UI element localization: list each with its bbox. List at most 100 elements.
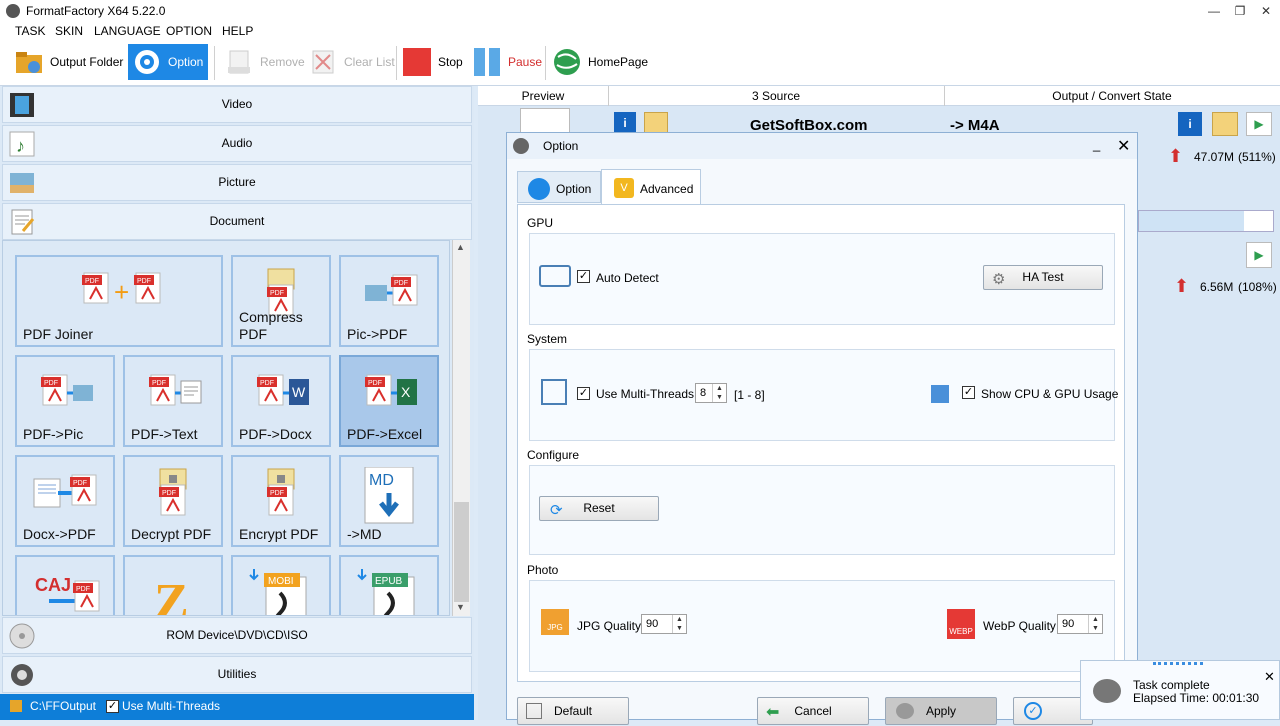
col-output[interactable]: Output / Convert State (944, 89, 1280, 103)
folder-icon (14, 47, 44, 77)
homepage-button[interactable]: HomePage (548, 44, 652, 80)
gear-icon (132, 47, 162, 77)
stepper-arrows-icon[interactable]: ▲ ▼ (1088, 615, 1102, 633)
globe-icon (552, 47, 582, 77)
task-ratio: (511%) (1238, 150, 1276, 164)
minimize-icon[interactable]: — (1204, 2, 1224, 20)
category-rom-device[interactable]: ROM Device\DVD\CD\ISO (2, 617, 472, 654)
stop-button[interactable]: Stop (398, 44, 467, 80)
tool-tile[interactable]: Z (123, 555, 223, 616)
output-folder-button[interactable]: Output Folder (10, 44, 127, 80)
open-folder-icon[interactable] (644, 112, 668, 134)
scroll-down-icon[interactable]: ▼ (456, 602, 465, 612)
svg-text:PDF: PDF (162, 490, 176, 497)
epub-icon: EPUB (354, 567, 424, 615)
tab-advanced[interactable]: V Advanced (601, 169, 701, 205)
category-audio[interactable]: ♪ Audio (2, 125, 472, 162)
tool-tile[interactable]: CAJ PDF (15, 555, 115, 615)
jpg-quality-stepper[interactable]: 90 ▲ ▼ (641, 614, 687, 634)
col-source[interactable]: 3 Source (608, 89, 944, 103)
open-folder-icon[interactable] (1212, 112, 1238, 136)
category-picture[interactable]: Picture (2, 164, 472, 201)
toolbar-separator (545, 46, 546, 80)
pause-button[interactable]: Pause (468, 44, 546, 80)
tool-tile[interactable]: PDF PDF->Text (123, 355, 223, 447)
toast-elapsed: Elapsed Time: 00:01:30 (1133, 691, 1260, 705)
category-utilities[interactable]: Utilities (2, 656, 472, 693)
tool-tile[interactable]: PDF PDF->Pic (15, 355, 115, 447)
gear-icon: ⚙ (992, 271, 1006, 288)
film-icon (7, 90, 37, 120)
svg-text:CAJ: CAJ (35, 575, 71, 595)
tool-tile[interactable]: PDF X PDF->Excel (339, 355, 439, 447)
tool-tile[interactable]: PDF Docx->PDF (15, 455, 115, 547)
tool-tile[interactable]: PDF Decrypt PDF (123, 455, 223, 547)
apply-button[interactable]: Apply (885, 697, 997, 725)
info-icon[interactable]: i (614, 112, 636, 134)
scroll-up-icon[interactable]: ▲ (456, 242, 465, 252)
close-icon[interactable]: ✕ (1256, 2, 1276, 20)
tools-scrollbar[interactable]: ▲ ▼ (452, 240, 470, 616)
tool-tile[interactable]: PDF Encrypt PDF (231, 455, 331, 547)
app-logo-icon (513, 138, 529, 154)
info-icon[interactable]: i (1178, 112, 1202, 136)
svg-text:Z: Z (154, 574, 189, 616)
tool-tile[interactable]: PDF Pic->PDF (339, 255, 439, 347)
menu-option[interactable]: OPTION (166, 24, 212, 38)
back-arrow-icon: ⬅ (766, 704, 780, 721)
tool-tile-label: Docx->PDF (23, 526, 96, 542)
col-preview[interactable]: Preview (478, 89, 608, 103)
menu-task[interactable]: TASK (15, 24, 45, 38)
webp-quality-stepper[interactable]: 90 ▲ ▼ (1057, 614, 1103, 634)
tool-tile-label: Decrypt PDF (131, 526, 212, 542)
category-video[interactable]: Video (2, 86, 472, 123)
threads-stepper[interactable]: 8 ▲ ▼ (695, 383, 727, 403)
progress-bar (1138, 210, 1274, 232)
remove-button[interactable]: Remove (220, 44, 309, 80)
show-usage-checkbox[interactable]: ✓ (962, 386, 975, 399)
title-bar: FormatFactory X64 5.22.0 — ❐ ✕ (0, 0, 1280, 22)
play-icon[interactable]: ▶ (1246, 112, 1272, 136)
reset-button[interactable]: ⟳ Reset (539, 496, 659, 521)
close-icon[interactable]: ✕ (1264, 669, 1275, 685)
play-icon[interactable]: ▶ (1246, 242, 1272, 268)
svg-text:PDF: PDF (394, 280, 408, 287)
output-path[interactable]: C:\FFOutput (30, 699, 96, 713)
option-button[interactable]: Option (128, 44, 208, 80)
use-multithreads-label: Use Multi-Threads (596, 387, 695, 401)
menu-help[interactable]: HELP (222, 24, 253, 38)
default-button[interactable]: Default (517, 697, 629, 725)
tab-option[interactable]: Option (517, 171, 601, 203)
clear-list-button[interactable]: Clear List (304, 44, 399, 80)
document-tools-grid: PDF + PDF PDF Joiner PDF Compress PDF PDF Pic->… (2, 240, 450, 616)
auto-detect-checkbox[interactable]: ✓ (577, 270, 590, 283)
svg-text:PDF: PDF (85, 278, 99, 285)
tool-tile[interactable]: MD ->MD (339, 455, 439, 547)
task-ratio: (108%) (1238, 280, 1277, 294)
close-icon[interactable]: ✕ (1117, 136, 1130, 156)
ha-test-button[interactable]: ⚙ HA Test (983, 265, 1103, 290)
menu-skin[interactable]: SKIN (55, 24, 83, 38)
svg-text:W: W (292, 384, 306, 400)
tool-tile[interactable]: PDF + PDF PDF Joiner (15, 255, 223, 347)
stepper-arrows-icon[interactable]: ▲ ▼ (712, 384, 726, 402)
menu-language[interactable]: LANGUAGE (94, 24, 161, 38)
tool-tile[interactable]: MOBI (231, 555, 331, 615)
svg-text:MD: MD (369, 472, 394, 489)
category-document[interactable]: Document (2, 203, 472, 240)
maximize-icon[interactable]: ❐ (1230, 2, 1250, 20)
use-multithreads-checkbox[interactable]: ✓ (577, 387, 590, 400)
tool-tile[interactable]: EPUB (339, 555, 439, 615)
tool-tile-label: ->MD (347, 526, 382, 542)
stepper-arrows-icon[interactable]: ▲ ▼ (672, 615, 686, 633)
cancel-button[interactable]: ⬅ Cancel (757, 697, 869, 725)
system-heading: System (527, 332, 568, 346)
svg-text:♪: ♪ (16, 136, 25, 156)
minimize-icon[interactable]: _ (1093, 137, 1100, 152)
tool-tile[interactable]: PDF Compress PDF (231, 255, 331, 347)
decrypt-pdf-icon: PDF (148, 467, 198, 520)
pause-icon (472, 47, 502, 77)
scroll-thumb[interactable] (454, 502, 469, 602)
tool-tile[interactable]: PDF W PDF->Docx (231, 355, 331, 447)
multithreads-checkbox[interactable]: ✓ (106, 700, 119, 713)
